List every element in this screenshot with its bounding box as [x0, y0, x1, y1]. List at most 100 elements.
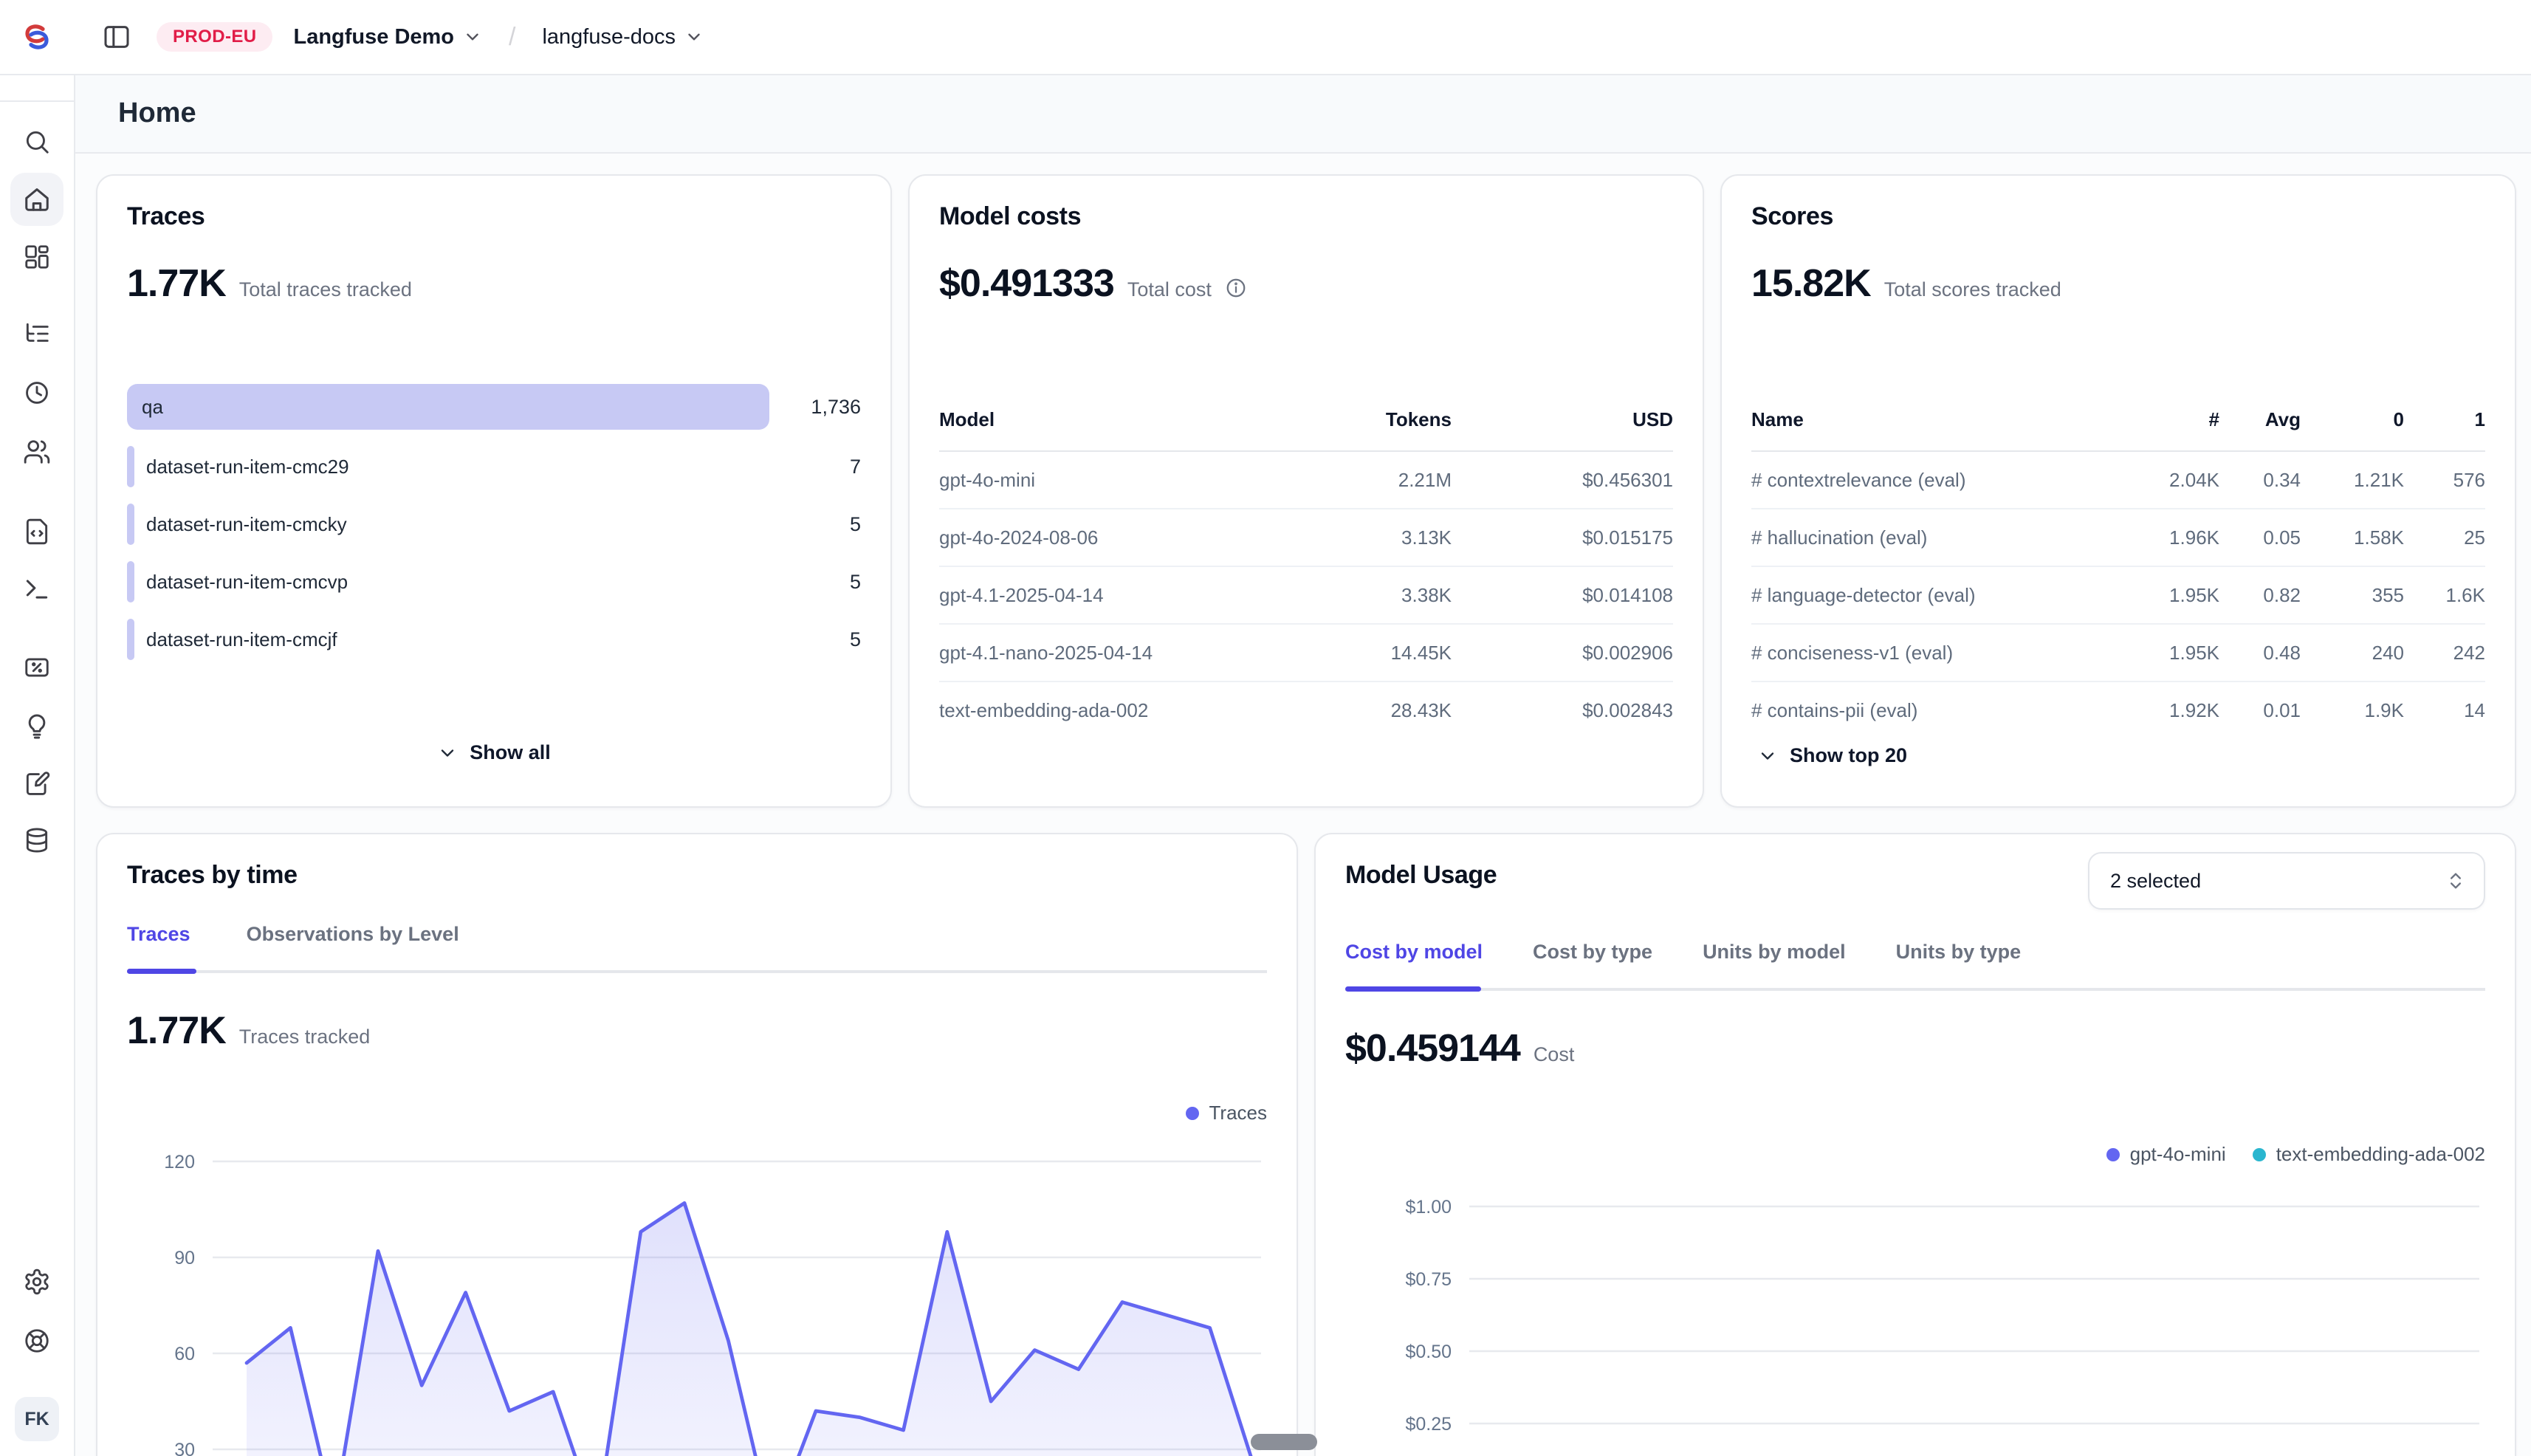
table-row[interactable]: gpt-4o-2024-08-06 3.13K $0.015175: [939, 509, 1673, 567]
horizontal-scrollbar-thumb[interactable]: [1251, 1434, 1317, 1450]
table-row[interactable]: gpt-4.1-2025-04-14 3.38K $0.014108: [939, 567, 1673, 625]
sidebar-item-home[interactable]: [19, 182, 55, 217]
active-tab-indicator: [1345, 986, 1481, 992]
top-bar: PROD-EU Langfuse Demo / langfuse-docs: [0, 0, 2531, 75]
users-icon: [23, 438, 51, 466]
column-header[interactable]: Tokens: [1230, 408, 1452, 431]
sidebar-item-evaluation[interactable]: [19, 709, 55, 744]
sidebar-item-dashboards[interactable]: [19, 239, 55, 275]
bar-value: 1,736: [811, 396, 861, 419]
scores-table: Name # Avg 0 1 # contextrelevance (eval)…: [1751, 400, 2485, 738]
langfuse-logo[interactable]: [0, 0, 74, 74]
legend-item[interactable]: Traces: [1186, 1102, 1268, 1124]
column-header[interactable]: Avg: [2219, 408, 2301, 431]
tab-units-by-type[interactable]: Units by type: [1896, 941, 2022, 964]
model-costs-card: Model costs $0.491333 Total cost Model T…: [908, 174, 1704, 808]
model-usage-card: Model Usage 2 selected Cost by model Cos…: [1314, 833, 2516, 1456]
sidebar-toggle-button[interactable]: [97, 18, 136, 56]
list-item[interactable]: dataset-run-item-cmcvp 5: [127, 561, 861, 602]
column-header[interactable]: USD: [1452, 408, 1673, 431]
tab-units-by-model[interactable]: Units by model: [1703, 941, 1846, 964]
sidebar-item-support[interactable]: [19, 1323, 55, 1359]
chevron-down-icon: [684, 27, 704, 47]
sidebar-item-sessions[interactable]: [19, 375, 55, 411]
table-row[interactable]: text-embedding-ada-002 28.43K $0.002843: [939, 682, 1673, 738]
panel-left-icon: [102, 22, 131, 52]
avatar[interactable]: FK: [15, 1397, 59, 1441]
tab-cost-by-type[interactable]: Cost by type: [1533, 941, 1652, 964]
show-top-20-label: Show top 20: [1790, 744, 1907, 767]
table-row[interactable]: gpt-4.1-nano-2025-04-14 14.45K $0.002906: [939, 625, 1673, 682]
tokens: 2.21M: [1230, 469, 1452, 492]
show-top-20-button[interactable]: Show top 20: [1757, 744, 1907, 767]
tab-traces[interactable]: Traces: [127, 923, 190, 946]
traces-card: Traces 1.77K Total traces tracked qa 1,7…: [96, 174, 892, 808]
table-row[interactable]: # hallucination (eval) 1.96K 0.05 1.58K …: [1751, 509, 2485, 567]
list-item[interactable]: qa 1,736: [127, 384, 861, 430]
tab-observations-by-level[interactable]: Observations by Level: [247, 923, 459, 946]
sidebar-item-tracing[interactable]: [19, 316, 55, 351]
tab-track: [1345, 988, 2485, 991]
table-row[interactable]: # language-detector (eval) 1.95K 0.82 35…: [1751, 567, 2485, 625]
list-item[interactable]: dataset-run-item-cmc29 7: [127, 446, 861, 487]
project-switcher[interactable]: langfuse-docs: [542, 25, 704, 49]
one-count: 14: [2404, 699, 2485, 722]
org-switcher[interactable]: Langfuse Demo: [293, 25, 482, 49]
chevron-down-icon: [437, 743, 458, 763]
list-item[interactable]: dataset-run-item-cmcjf 5: [127, 619, 861, 660]
scores-total: 15.82K: [1751, 261, 1871, 306]
y-tick: $0.50: [1405, 1342, 1452, 1362]
zero-count: 1.58K: [2301, 526, 2404, 549]
column-header[interactable]: Name: [1751, 408, 2131, 431]
bar: [127, 561, 134, 602]
environment-badge[interactable]: PROD-EU: [157, 22, 272, 52]
project-name: langfuse-docs: [542, 25, 676, 49]
sidebar-item-playground[interactable]: [19, 571, 55, 607]
y-tick: 90: [174, 1248, 195, 1268]
table-row[interactable]: gpt-4o-mini 2.21M $0.456301: [939, 452, 1673, 509]
bar: [127, 619, 134, 660]
show-all-button[interactable]: Show all: [97, 741, 890, 764]
score-name: # conciseness-v1 (eval): [1751, 642, 2131, 665]
traces-total-label: Total traces tracked: [239, 278, 412, 301]
bar: [127, 504, 134, 545]
legend-dot: [2253, 1148, 2266, 1161]
model-name: gpt-4.1-2025-04-14: [939, 584, 1230, 607]
avg: 0.05: [2219, 526, 2301, 549]
score-name: # contains-pii (eval): [1751, 699, 2131, 722]
lightbulb-icon: [23, 712, 51, 741]
page-title: Home: [118, 97, 196, 129]
model-filter-select[interactable]: 2 selected: [2088, 852, 2485, 910]
legend-dot: [2106, 1148, 2120, 1161]
column-header[interactable]: 0: [2301, 408, 2404, 431]
bar-value: 5: [850, 513, 861, 536]
table-row[interactable]: # conciseness-v1 (eval) 1.95K 0.48 240 2…: [1751, 625, 2485, 682]
table-row[interactable]: # contains-pii (eval) 1.92K 0.01 1.9K 14: [1751, 682, 2485, 738]
chart-legend: gpt-4o-mini text-embedding-ada-002: [2106, 1143, 2485, 1166]
legend-label: gpt-4o-mini: [2130, 1143, 2226, 1166]
list-item[interactable]: dataset-run-item-cmcky 5: [127, 504, 861, 545]
column-header[interactable]: 1: [2404, 408, 2485, 431]
total-cost: $0.491333: [939, 261, 1114, 306]
select-value: 2 selected: [2110, 870, 2201, 893]
legend-item[interactable]: text-embedding-ada-002: [2253, 1143, 2485, 1166]
sidebar-item-datasets[interactable]: [19, 823, 55, 858]
sidebar-item-users[interactable]: [19, 434, 55, 470]
table-row[interactable]: # contextrelevance (eval) 2.04K 0.34 1.2…: [1751, 452, 2485, 509]
info-icon[interactable]: [1225, 277, 1247, 299]
score-name: # contextrelevance (eval): [1751, 469, 2131, 492]
zero-count: 240: [2301, 642, 2404, 665]
y-tick: 120: [164, 1152, 195, 1172]
scores-total-label: Total scores tracked: [1884, 278, 2061, 301]
sidebar-item-prompts[interactable]: [19, 514, 55, 549]
tab-cost-by-model[interactable]: Cost by model: [1345, 941, 1483, 964]
sidebar-item-annotation[interactable]: [19, 766, 55, 802]
sidebar-item-search[interactable]: [19, 124, 55, 159]
bar-label: dataset-run-item-cmcjf: [146, 628, 337, 651]
column-header[interactable]: Model: [939, 408, 1230, 431]
column-header[interactable]: #: [2131, 408, 2219, 431]
legend-item[interactable]: gpt-4o-mini: [2106, 1143, 2226, 1166]
sidebar-item-scores[interactable]: [19, 650, 55, 685]
home-icon: [23, 185, 51, 213]
sidebar-item-settings[interactable]: [19, 1264, 55, 1299]
